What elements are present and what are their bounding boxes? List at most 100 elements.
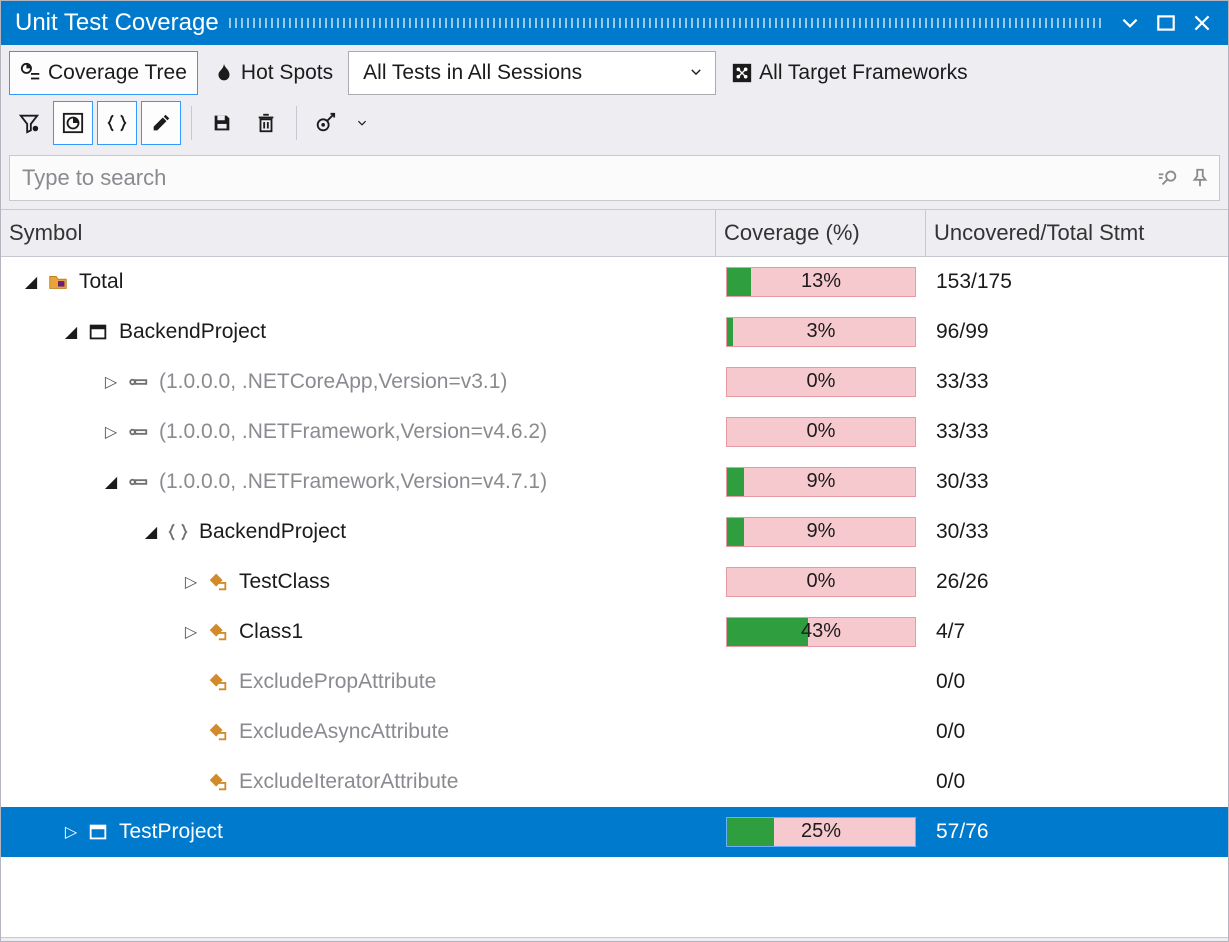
collapse-icon[interactable] bbox=[61, 322, 81, 342]
tree-row[interactable]: ExcludeAsyncAttribute 0/0 bbox=[1, 707, 1228, 757]
search-options-icon[interactable] bbox=[1157, 167, 1179, 189]
row-label: BackendProject bbox=[195, 520, 346, 544]
cell-statements: 0/0 bbox=[926, 770, 1228, 794]
hot-spots-label: Hot Spots bbox=[241, 61, 333, 85]
expand-icon[interactable] bbox=[101, 422, 121, 442]
asm-icon bbox=[127, 371, 149, 393]
collapse-icon[interactable] bbox=[141, 522, 161, 542]
tree-row[interactable]: TestProject25%57/76 bbox=[1, 807, 1228, 857]
session-dropdown[interactable]: All Tests in All Sessions bbox=[348, 51, 716, 95]
cell-coverage: 3% bbox=[716, 317, 926, 347]
solution-icon bbox=[47, 271, 69, 293]
row-label: TestClass bbox=[235, 570, 330, 594]
coverage-bar: 0% bbox=[726, 367, 916, 397]
cell-statements: 153/175 bbox=[926, 270, 1228, 294]
cell-symbol: TestClass bbox=[1, 570, 716, 594]
coverage-tree-icon bbox=[20, 62, 42, 84]
target-icon bbox=[314, 112, 336, 134]
row-label: ExcludePropAttribute bbox=[235, 670, 436, 694]
row-label: Total bbox=[75, 270, 123, 294]
cell-statements: 4/7 bbox=[926, 620, 1228, 644]
window-close-button[interactable] bbox=[1184, 5, 1220, 41]
cell-symbol: Class1 bbox=[1, 620, 716, 644]
window-maximize-button[interactable] bbox=[1148, 5, 1184, 41]
tree-row[interactable]: (1.0.0.0, .NETCoreApp,Version=v3.1)0%33/… bbox=[1, 357, 1228, 407]
expand-icon[interactable] bbox=[181, 622, 201, 642]
search-input[interactable] bbox=[20, 164, 1157, 192]
tree-row[interactable]: ExcludeIteratorAttribute 0/0 bbox=[1, 757, 1228, 807]
all-frameworks-label: All Target Frameworks bbox=[759, 61, 968, 85]
cell-statements: 0/0 bbox=[926, 720, 1228, 744]
coverage-percent: 0% bbox=[807, 420, 836, 443]
coverage-percent: 13% bbox=[801, 270, 841, 293]
coverage-bar: 0% bbox=[726, 567, 916, 597]
chevron-down-icon bbox=[356, 111, 368, 135]
cell-symbol: (1.0.0.0, .NETFramework,Version=v4.7.1) bbox=[1, 470, 716, 494]
tree-row[interactable]: Class143%4/7 bbox=[1, 607, 1228, 657]
collapse-icon[interactable] bbox=[101, 472, 121, 492]
tree-row[interactable]: BackendProject 9% 30/33 bbox=[1, 507, 1228, 557]
cell-symbol: (1.0.0.0, .NETFramework,Version=v4.6.2) bbox=[1, 420, 716, 444]
coverage-bar: 9% bbox=[726, 517, 916, 547]
class-icon bbox=[207, 721, 229, 743]
braces-icon bbox=[106, 112, 128, 134]
asm-icon bbox=[127, 421, 149, 443]
column-stmt[interactable]: Uncovered/Total Stmt bbox=[926, 210, 1228, 256]
class-icon bbox=[207, 671, 229, 693]
tree-row[interactable]: BackendProject3%96/99 bbox=[1, 307, 1228, 357]
expand-icon[interactable] bbox=[61, 822, 81, 842]
session-dropdown-label: All Tests in All Sessions bbox=[363, 61, 582, 85]
row-label: TestProject bbox=[115, 820, 223, 844]
highlight-button[interactable] bbox=[141, 101, 181, 145]
coverage-percent: 25% bbox=[801, 820, 841, 843]
class-icon bbox=[207, 621, 229, 643]
coverage-tree-button[interactable]: Coverage Tree bbox=[9, 51, 198, 95]
window: Unit Test Coverage Coverage Tree Hot Spo… bbox=[0, 0, 1229, 942]
window-title: Unit Test Coverage bbox=[15, 9, 229, 37]
expand-icon[interactable] bbox=[101, 372, 121, 392]
namespace-grouping-button[interactable] bbox=[97, 101, 137, 145]
chevron-down-icon bbox=[1119, 12, 1141, 34]
cell-statements: 30/33 bbox=[926, 520, 1228, 544]
save-button[interactable] bbox=[202, 101, 242, 145]
tree-row[interactable]: (1.0.0.0, .NETFramework,Version=v4.6.2) 0… bbox=[1, 407, 1228, 457]
coverage-percent: 0% bbox=[807, 570, 836, 593]
tree-row[interactable]: TestClass 0% 26/26 bbox=[1, 557, 1228, 607]
navigate-button[interactable] bbox=[307, 101, 375, 145]
cell-coverage: 0% bbox=[716, 417, 926, 447]
frameworks-icon bbox=[731, 62, 753, 84]
row-label: ExcludeIteratorAttribute bbox=[235, 770, 458, 794]
flame-icon bbox=[213, 62, 235, 84]
row-label: (1.0.0.0, .NETFramework,Version=v4.6.2) bbox=[155, 420, 547, 444]
column-symbol[interactable]: Symbol bbox=[1, 210, 716, 256]
toolbar-separator bbox=[296, 106, 297, 140]
tree-row[interactable]: Total 13% 153/175 bbox=[1, 257, 1228, 307]
cell-coverage: 25% bbox=[716, 817, 926, 847]
cell-symbol: ExcludePropAttribute bbox=[1, 670, 716, 694]
cell-coverage: 0% bbox=[716, 567, 926, 597]
tree-row[interactable]: ExcludePropAttribute 0/0 bbox=[1, 657, 1228, 707]
show-coverage-button[interactable] bbox=[53, 101, 93, 145]
hot-spots-button[interactable]: Hot Spots bbox=[202, 51, 344, 95]
toolbar-separator bbox=[191, 106, 192, 140]
collapse-icon[interactable] bbox=[21, 272, 41, 292]
all-frameworks-button[interactable]: All Target Frameworks bbox=[720, 51, 979, 95]
delete-button[interactable] bbox=[246, 101, 286, 145]
cell-coverage: 13% bbox=[716, 267, 926, 297]
cell-statements: 30/33 bbox=[926, 470, 1228, 494]
cell-coverage: 9% bbox=[716, 467, 926, 497]
row-label: Class1 bbox=[235, 620, 303, 644]
pin-icon[interactable] bbox=[1189, 167, 1211, 189]
coverage-bar: 9% bbox=[726, 467, 916, 497]
tree-row[interactable]: (1.0.0.0, .NETFramework,Version=v4.7.1) 9… bbox=[1, 457, 1228, 507]
filter-button[interactable] bbox=[9, 101, 49, 145]
expand-icon[interactable] bbox=[181, 572, 201, 592]
cell-statements: 0/0 bbox=[926, 670, 1228, 694]
window-options-button[interactable] bbox=[1112, 5, 1148, 41]
column-coverage[interactable]: Coverage (%) bbox=[716, 210, 926, 256]
coverage-bar: 13% bbox=[726, 267, 916, 297]
titlebar-grip[interactable] bbox=[229, 18, 1102, 28]
coverage-bar: 25% bbox=[726, 817, 916, 847]
cell-statements: 26/26 bbox=[926, 570, 1228, 594]
cell-symbol: ExcludeAsyncAttribute bbox=[1, 720, 716, 744]
